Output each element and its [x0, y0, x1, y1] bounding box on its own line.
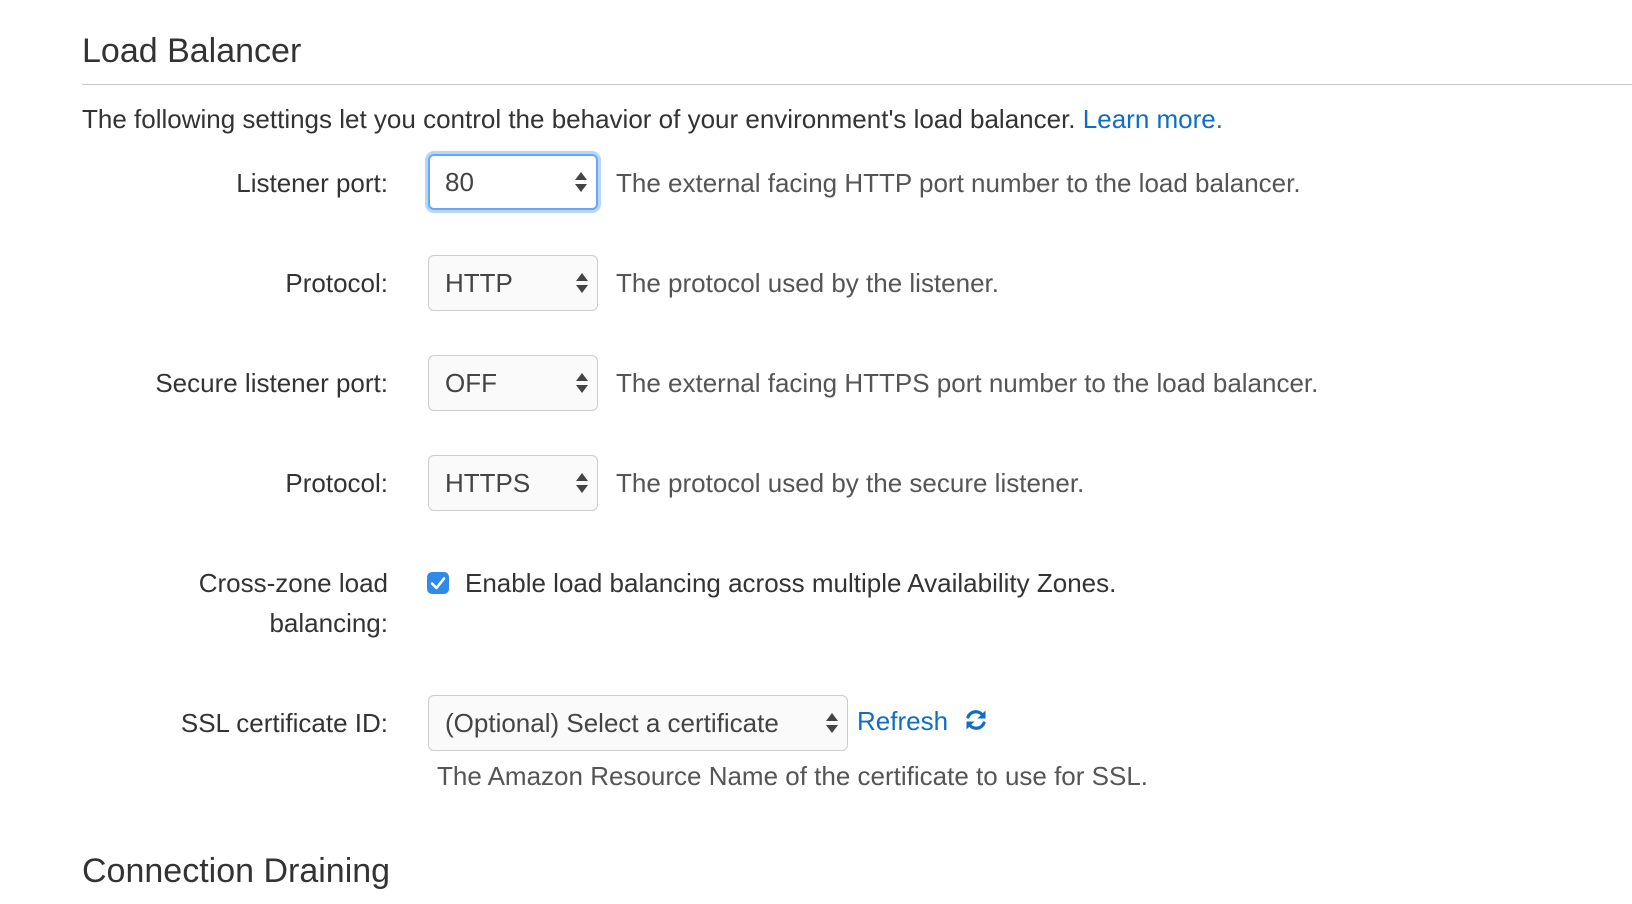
protocol-label: Protocol:: [285, 268, 388, 298]
secure-listener-port-select[interactable]: OFF: [428, 355, 598, 411]
next-section-title: Connection Draining: [82, 852, 391, 890]
secure-listener-port-value: OFF: [445, 368, 497, 398]
secure-protocol-value: HTTPS: [445, 468, 531, 498]
checkmark-icon: [430, 577, 446, 590]
secure-listener-port-help: The external facing HTTPS port number to…: [616, 368, 1319, 398]
protocol-select[interactable]: HTTP: [428, 255, 598, 311]
up-down-arrows-icon: [826, 713, 838, 733]
learn-more-link[interactable]: Learn more.: [1083, 104, 1223, 134]
section-title: Load Balancer: [82, 32, 302, 70]
cross-zone-label: Cross-zone load balancing:: [198, 568, 388, 638]
protocol-value: HTTP: [445, 268, 513, 298]
refresh-link[interactable]: Refresh: [857, 701, 989, 741]
protocol-help: The protocol used by the listener.: [616, 268, 1000, 298]
secure-protocol-select[interactable]: HTTPS: [428, 455, 598, 511]
listener-port-value: 80: [445, 167, 474, 197]
up-down-arrows-icon: [575, 172, 587, 192]
ssl-certificate-select[interactable]: (Optional) Select a certificate: [428, 695, 848, 751]
refresh-icon: [966, 710, 986, 730]
ssl-certificate-help: The Amazon Resource Name of the certific…: [437, 761, 1149, 791]
secure-protocol-help: The protocol used by the secure listener…: [616, 468, 1085, 498]
section-divider: [82, 84, 1632, 85]
listener-port-help: The external facing HTTP port number to …: [616, 168, 1301, 198]
listener-port-label: Listener port:: [236, 168, 388, 198]
ssl-certificate-placeholder: (Optional) Select a certificate: [445, 708, 779, 738]
secure-listener-port-label: Secure listener port:: [155, 368, 388, 398]
refresh-label: Refresh: [857, 706, 949, 736]
ssl-certificate-label: SSL certificate ID:: [180, 708, 388, 738]
cross-zone-checkbox[interactable]: [427, 572, 449, 594]
up-down-arrows-icon: [576, 373, 588, 393]
section-intro: The following settings let you control t…: [82, 104, 1223, 135]
listener-port-select[interactable]: 80: [428, 154, 598, 210]
secure-protocol-label: Protocol:: [285, 468, 388, 498]
up-down-arrows-icon: [576, 273, 588, 293]
intro-text: The following settings let you control t…: [82, 104, 1076, 134]
cross-zone-checkbox-label[interactable]: Enable load balancing across multiple Av…: [465, 563, 1116, 603]
up-down-arrows-icon: [576, 473, 588, 493]
